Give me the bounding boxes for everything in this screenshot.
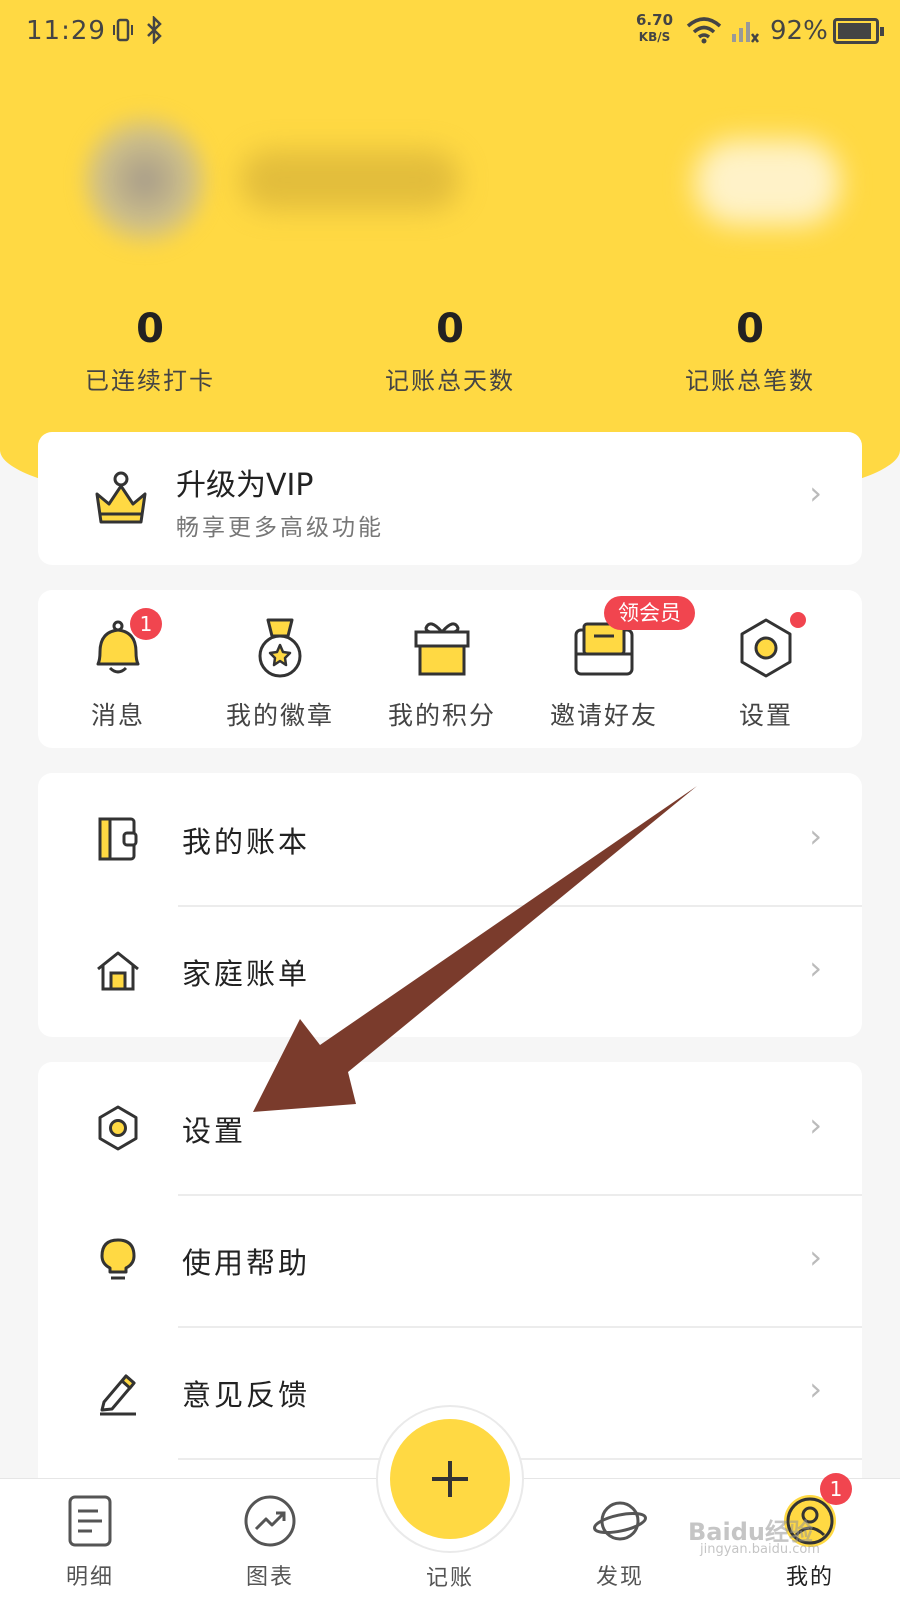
mine-badge: 1 — [820, 1473, 852, 1505]
chart-icon — [242, 1493, 298, 1549]
document-icon — [62, 1493, 118, 1549]
plus-icon-vertical — [448, 1461, 452, 1497]
tab-label: 记账 — [425, 1566, 474, 1591]
tab-details[interactable]: 明细 — [30, 1493, 150, 1591]
tab-label: 我的 — [785, 1565, 834, 1590]
tab-label: 图表 — [245, 1565, 294, 1590]
tab-discover[interactable]: 发现 — [560, 1493, 680, 1591]
add-record-button[interactable] — [390, 1419, 510, 1539]
tab-charts[interactable]: 图表 — [210, 1493, 330, 1591]
watermark-url: jingyan.baidu.com — [700, 1542, 820, 1557]
planet-icon — [592, 1493, 648, 1549]
annotation-arrow — [253, 786, 697, 1112]
tab-label: 发现 — [595, 1565, 644, 1590]
tab-label: 明细 — [65, 1565, 114, 1590]
